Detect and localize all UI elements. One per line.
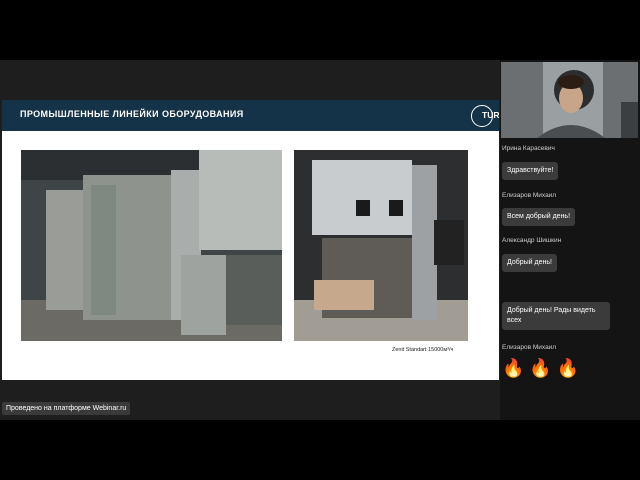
chat-author: Александр Шишкин [502,237,562,244]
slide-title: ПРОМЫШЛЕННЫЕ ЛИНЕЙКИ ОБОРУДОВАНИЯ [20,109,244,119]
chat-author: Елизаров Михаил [502,192,557,199]
chat-sidebar: Ирина Карасевич Здравствуйте! Елизаров М… [500,60,640,420]
slide-header: ПРОМЫШЛЕННЫЕ ЛИНЕЙКИ ОБОРУДОВАНИЯ TURKOV [2,100,518,131]
turkov-logo: TURKOV [471,103,518,128]
platform-badge[interactable]: Проведено на платформе Webinar.ru [2,402,131,415]
equipment-photo-left [21,150,282,341]
presenter-webcam [501,62,638,138]
chat-message: Здравствуйте! [502,162,559,180]
chat-author: Елизаров Михаил [502,344,557,351]
chat-author: Ирина Карасевич [502,145,555,152]
presentation-slide: ПРОМЫШЛЕННЫЕ ЛИНЕЙКИ ОБОРУДОВАНИЯ TURKOV [2,100,518,380]
chat-message: Добрый день! Рады видеть всех [502,302,610,330]
slide-caption: Zenit Standart 15000м³/ч [392,347,454,353]
chat-message: Добрый день! [502,254,557,272]
chat-message: Всем добрый день! [502,208,576,226]
fire-emoji: 🔥 🔥 🔥 [502,358,580,378]
letterbox-bottom [0,420,640,480]
letterbox-top [0,0,640,60]
equipment-photo-right [294,150,468,341]
